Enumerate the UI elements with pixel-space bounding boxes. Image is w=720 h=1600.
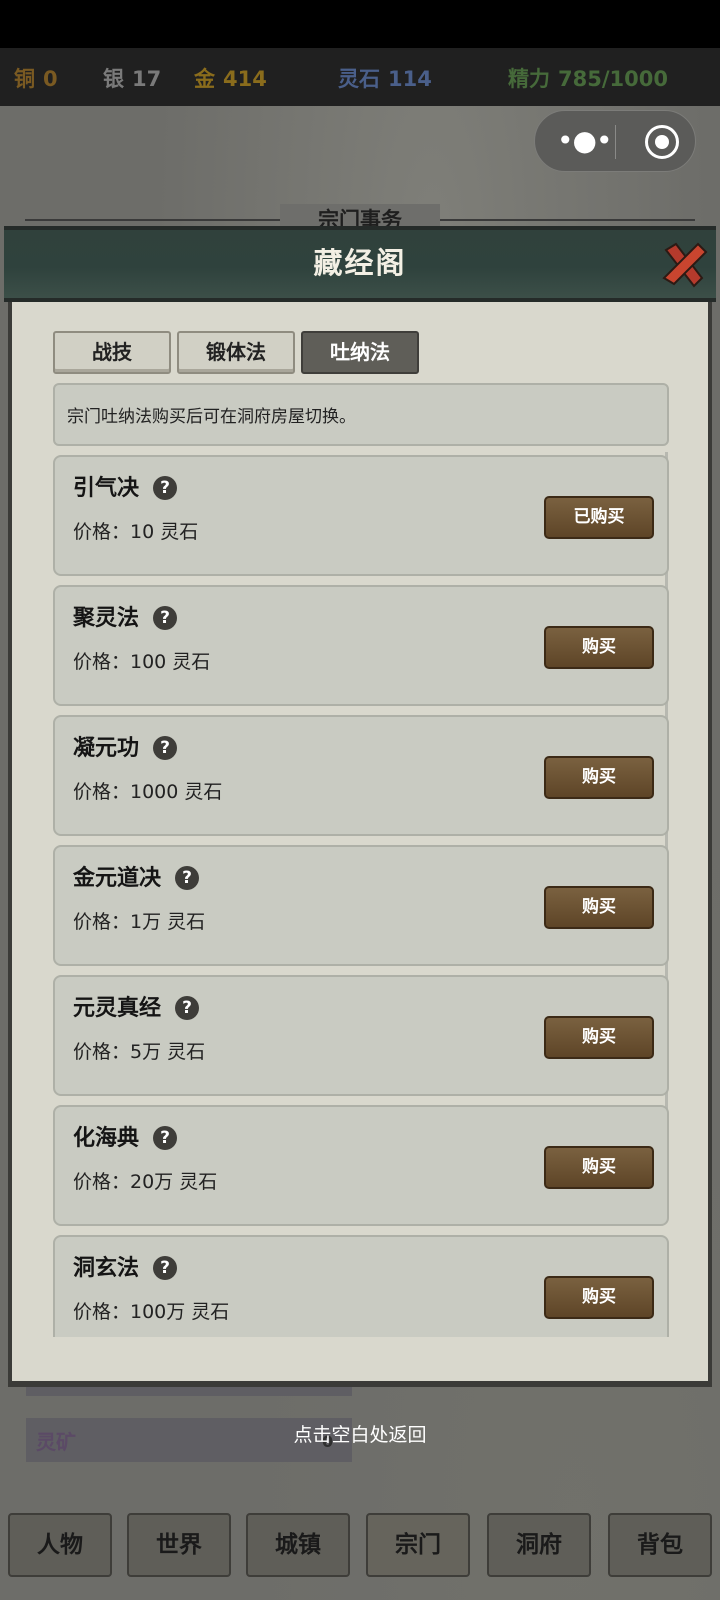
help-icon[interactable]: ? — [153, 476, 178, 500]
tab-breathing-methods[interactable]: 吐纳法 — [301, 331, 419, 374]
technique-list[interactable]: 引气决? 价格：10 灵石 已购买 聚灵法? 价格：100 灵石 购买 凝元功?… — [53, 452, 669, 1337]
item-name: 聚灵法 — [73, 606, 140, 631]
help-icon[interactable]: ? — [153, 606, 178, 630]
info-text: 宗门吐纳法购买后可在洞府房屋切换。 — [67, 407, 356, 427]
item-name: 金元道决 — [73, 866, 162, 891]
resource-energy-value: 785/1000 — [558, 67, 668, 91]
close-button[interactable] — [658, 238, 710, 290]
list-item: 化海典? 价格：20万 灵石 购买 — [53, 1105, 669, 1226]
help-icon[interactable]: ? — [175, 996, 200, 1020]
list-item: 金元道决? 价格：1万 灵石 购买 — [53, 845, 669, 966]
list-item: 元灵真经? 价格：5万 灵石 购买 — [53, 975, 669, 1096]
nav-backpack[interactable]: 背包 — [608, 1513, 712, 1577]
tap-to-return-hint[interactable]: 点击空白处返回 — [0, 1420, 720, 1447]
item-title: 元灵真经? — [73, 990, 200, 1022]
item-price: 价格：1000 灵石 — [73, 781, 223, 803]
status-bar — [0, 0, 720, 48]
list-item: 凝元功? 价格：1000 灵石 购买 — [53, 715, 669, 836]
resource-gold: 金 414 — [194, 63, 267, 93]
buy-button[interactable]: 购买 — [544, 1146, 654, 1189]
item-price: 价格：100万 灵石 — [73, 1301, 230, 1323]
buy-button[interactable]: 购买 — [544, 886, 654, 929]
help-icon[interactable]: ? — [175, 866, 200, 890]
item-name: 化海典 — [73, 1126, 140, 1151]
item-price: 价格：100 灵石 — [73, 651, 211, 673]
resource-gold-value: 414 — [223, 67, 267, 91]
item-title: 凝元功? — [73, 730, 178, 762]
buy-button[interactable]: 购买 — [544, 1016, 654, 1059]
nav-character[interactable]: 人物 — [8, 1513, 112, 1577]
resource-copper-value: 0 — [43, 67, 58, 91]
list-item: 洞玄法? 价格：100万 灵石 购买 — [53, 1235, 669, 1337]
resource-copper: 铜0 — [14, 63, 58, 93]
resource-spirit-stone: 灵石 114 — [338, 63, 432, 93]
help-icon[interactable]: ? — [153, 1256, 178, 1280]
list-item: 引气决? 价格：10 灵石 已购买 — [53, 455, 669, 576]
dialog-title: 藏经阁 — [313, 246, 407, 280]
resource-silver-value: 17 — [132, 67, 162, 91]
item-name: 洞玄法 — [73, 1256, 140, 1281]
nav-town[interactable]: 城镇 — [246, 1513, 350, 1577]
help-icon[interactable]: ? — [153, 736, 178, 760]
buy-button[interactable]: 购买 — [544, 1276, 654, 1319]
item-title: 聚灵法? — [73, 600, 178, 632]
close-x-icon — [662, 242, 708, 288]
item-title: 金元道决? — [73, 860, 200, 892]
tab-combat-skills[interactable]: 战技 — [53, 331, 171, 374]
item-title: 洞玄法? — [73, 1250, 178, 1282]
item-price: 价格：10 灵石 — [73, 521, 199, 543]
resource-spirit-stone-value: 114 — [388, 67, 432, 91]
item-name: 引气决 — [73, 476, 140, 501]
item-title: 化海典? — [73, 1120, 178, 1152]
tab-body-tempering[interactable]: 锻体法 — [177, 331, 295, 374]
resource-silver-label: 银 — [103, 67, 124, 91]
help-icon[interactable]: ? — [153, 1126, 178, 1150]
purchased-button[interactable]: 已购买 — [544, 496, 654, 539]
resource-gold-label: 金 — [194, 67, 215, 91]
more-icon[interactable]: •●• — [557, 127, 612, 155]
nav-cave-abode[interactable]: 洞府 — [487, 1513, 591, 1577]
item-title: 引气决? — [73, 470, 178, 502]
resource-energy-label: 精力 — [508, 67, 550, 91]
resource-spirit-stone-label: 灵石 — [338, 67, 380, 91]
buy-button[interactable]: 购买 — [544, 756, 654, 799]
item-price: 价格：5万 灵石 — [73, 1041, 206, 1063]
nav-sect[interactable]: 宗门 — [366, 1513, 470, 1577]
item-name: 元灵真经 — [73, 996, 162, 1021]
capsule-divider — [615, 125, 616, 159]
resource-silver: 银 17 — [103, 63, 161, 93]
item-price: 价格：1万 灵石 — [73, 911, 206, 933]
item-price: 价格：20万 灵石 — [73, 1171, 218, 1193]
resource-copper-label: 铜 — [14, 67, 35, 91]
resource-energy: 精力 785/1000 — [508, 63, 668, 93]
miniprogram-capsule: •●• — [534, 110, 696, 172]
nav-world[interactable]: 世界 — [127, 1513, 231, 1577]
exit-target-icon[interactable] — [645, 125, 679, 159]
list-item: 聚灵法? 价格：100 灵石 购买 — [53, 585, 669, 706]
buy-button[interactable]: 购买 — [544, 626, 654, 669]
item-name: 凝元功 — [73, 736, 140, 761]
info-box: 宗门吐纳法购买后可在洞府房屋切换。 — [53, 383, 669, 446]
